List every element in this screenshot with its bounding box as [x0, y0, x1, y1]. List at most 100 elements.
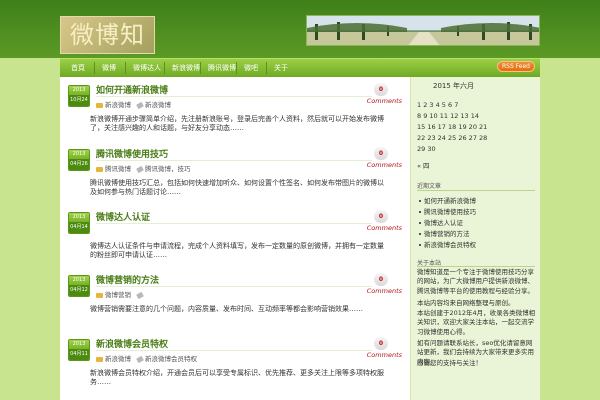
- main-nav: 首頁 微博 微博达人 新浪微博 腾讯微博 微吧 关于: [60, 58, 540, 77]
- post-date-badge: 2013 04月11: [68, 339, 90, 361]
- about-paragraph: 微博知道是一个专注于微博使用技巧分享的网站，为广大微博用户提供新浪微博、腾讯微博…: [417, 268, 534, 295]
- title-divider: [96, 286, 372, 287]
- comment-count-bubble[interactable]: 0: [374, 147, 388, 160]
- post-tag-link[interactable]: 新浪微博: [145, 101, 171, 109]
- post-year: 2013: [69, 276, 89, 285]
- calendar-week: 15 16 17 18 19 20 21: [417, 123, 488, 131]
- folder-icon: [96, 166, 103, 172]
- comment-count-bubble[interactable]: 0: [374, 273, 388, 286]
- post-category-link[interactable]: 腾讯微博: [105, 165, 131, 173]
- widget-divider: [417, 190, 535, 191]
- nav-weibo-daren[interactable]: 微博达人: [133, 63, 161, 73]
- post-excerpt: 腾讯微博使用技巧汇总，包括如何快速增加听众、如何设置个性签名、如何发布带图片的微…: [90, 179, 384, 196]
- post-meta: 新浪微博 新浪微博会员特权: [96, 353, 197, 363]
- tag-icon: [136, 101, 144, 109]
- post-entry: 2013 04月12 微博营销的方法 微博营销 0 Comments 微博营销需…: [68, 273, 410, 335]
- tag-icon: [136, 355, 144, 363]
- post-year: 2013: [69, 86, 89, 95]
- post-category-link[interactable]: 新浪微博: [105, 355, 131, 363]
- calendar-week: 29 30: [417, 145, 436, 153]
- post-date-badge: 2013 04月12: [68, 275, 90, 297]
- site-header: 微博知道: [0, 0, 600, 58]
- nav-sina-weibo[interactable]: 新浪微博: [172, 63, 200, 73]
- post-month-day: 04月12: [69, 285, 89, 296]
- post-excerpt: 新浪微博会员特权介绍，开通会员后可以享受专属标识、优先推荐、更多关注上限等多项特…: [90, 369, 384, 386]
- post-entry: 2013 04月14 微博达人认证 0 Comments 微博达人认证条件与申请…: [68, 210, 410, 272]
- post-date-badge: 2013 04月26: [68, 149, 90, 171]
- title-divider: [96, 350, 372, 351]
- site-logo[interactable]: 微博知道: [60, 16, 155, 54]
- post-month-day: 04月11: [69, 349, 89, 360]
- calendar-week: 22 23 24 25 26 27 28: [417, 134, 488, 142]
- nav-home[interactable]: 首頁: [71, 63, 85, 73]
- post-title-link[interactable]: 腾讯微博使用技巧: [96, 147, 168, 160]
- nav-weibo[interactable]: 微博: [102, 63, 116, 73]
- nav-divider: [125, 62, 126, 74]
- recent-post-link[interactable]: 如何开通新浪微博: [419, 195, 476, 205]
- nav-weiba[interactable]: 微吧: [244, 63, 258, 73]
- calendar-week: 1 2 3 4 5 6 7: [417, 101, 459, 109]
- bullet-icon: [419, 211, 421, 213]
- about-paragraph: 本站创建于2012年4月，收录各类微博相关知识，欢迎大家关注本站，一起交流学习微…: [417, 309, 536, 336]
- post-entry: 2013 10月24 如何开通新浪微博 新浪微博 新浪微博 0 Comments …: [68, 83, 410, 145]
- comments-link[interactable]: Comments: [367, 97, 402, 105]
- post-month-day: 10月24: [69, 95, 89, 106]
- recent-post-link[interactable]: 腾讯微博使用技巧: [419, 206, 476, 216]
- post-title-link[interactable]: 新浪微博会员特权: [96, 337, 168, 350]
- main-content: 2013 10月24 如何开通新浪微博 新浪微博 新浪微博 0 Comments …: [60, 77, 410, 400]
- comments-link[interactable]: Comments: [367, 351, 402, 359]
- post-meta: 腾讯微博 腾讯微博，技巧: [96, 163, 191, 173]
- nav-divider: [266, 62, 267, 74]
- post-month-day: 04月26: [69, 159, 89, 170]
- bullet-icon: [419, 200, 421, 202]
- nav-divider: [236, 62, 237, 74]
- calendar-prev-month-link[interactable]: « 四: [417, 160, 537, 170]
- post-category-link[interactable]: 新浪微博: [105, 101, 131, 109]
- nav-divider: [164, 62, 165, 74]
- post-tag-link[interactable]: 新浪微博会员特权: [145, 355, 197, 363]
- recent-post-link[interactable]: 微博达人认证: [419, 217, 463, 227]
- post-title-link[interactable]: 微博营销的方法: [96, 273, 159, 286]
- title-divider: [96, 223, 372, 224]
- title-divider: [96, 96, 372, 97]
- nav-about[interactable]: 关于: [274, 63, 288, 73]
- post-date-badge: 2013 04月14: [68, 212, 90, 234]
- post-month-day: 04月14: [69, 222, 89, 233]
- recent-post-link[interactable]: 微博营销的方法: [419, 228, 470, 238]
- folder-icon: [96, 292, 103, 298]
- tag-icon: [136, 165, 144, 173]
- post-entry: 2013 04月11 新浪微博会员特权 新浪微博 新浪微博会员特权 0 Comme…: [68, 337, 410, 399]
- comments-link[interactable]: Comments: [367, 161, 402, 169]
- post-year: 2013: [69, 213, 89, 222]
- calendar-title: 2015 年六月: [433, 82, 475, 90]
- folder-icon: [96, 356, 103, 362]
- about-paragraph: 本站内容均来自网络整理与原创。: [417, 299, 515, 307]
- recent-post-link[interactable]: 新浪微博会员特权: [419, 239, 476, 249]
- post-meta: 新浪微博 新浪微博: [96, 99, 171, 109]
- bullet-icon: [419, 222, 421, 224]
- nav-tencent-weibo[interactable]: 腾讯微博: [208, 63, 236, 73]
- post-excerpt: 微博达人认证条件与申请流程，完成个人资料填写，发布一定数量的原创微博，并拥有一定…: [90, 242, 384, 259]
- post-year: 2013: [69, 340, 89, 349]
- post-category-link[interactable]: 微博营销: [105, 291, 131, 299]
- comment-count-bubble[interactable]: 0: [374, 210, 388, 223]
- post-tag-link[interactable]: 腾讯微博，技巧: [145, 165, 191, 173]
- post-title-link[interactable]: 微博达人认证: [96, 210, 150, 223]
- post-title-link[interactable]: 如何开通新浪微博: [96, 83, 168, 96]
- post-excerpt: 微博营销需要注意的几个问题，内容质量、发布时间、互动频率等都会影响营销效果……: [90, 305, 363, 313]
- title-divider: [96, 160, 372, 161]
- calendar-week: 8 9 10 11 12 13 14: [417, 112, 480, 120]
- about-paragraph: 感谢您的支持与关注！: [417, 359, 482, 367]
- comment-count-bubble[interactable]: 0: [374, 337, 388, 350]
- nav-divider: [94, 62, 95, 74]
- tree-avenue-illustration: [307, 16, 539, 45]
- recent-posts-title: 近期文章: [417, 183, 442, 190]
- bullet-icon: [419, 244, 421, 246]
- sidebar: 2015 年六月 1 2 3 4 5 6 7 8 9 10 11 12 13 1…: [410, 77, 540, 400]
- comments-link[interactable]: Comments: [367, 224, 402, 232]
- post-date-badge: 2013 10月24: [68, 85, 90, 107]
- bullet-icon: [419, 233, 421, 235]
- comments-link[interactable]: Comments: [367, 287, 402, 295]
- rss-feed-button[interactable]: RSS Feed: [497, 61, 535, 72]
- comment-count-bubble[interactable]: 0: [374, 83, 388, 96]
